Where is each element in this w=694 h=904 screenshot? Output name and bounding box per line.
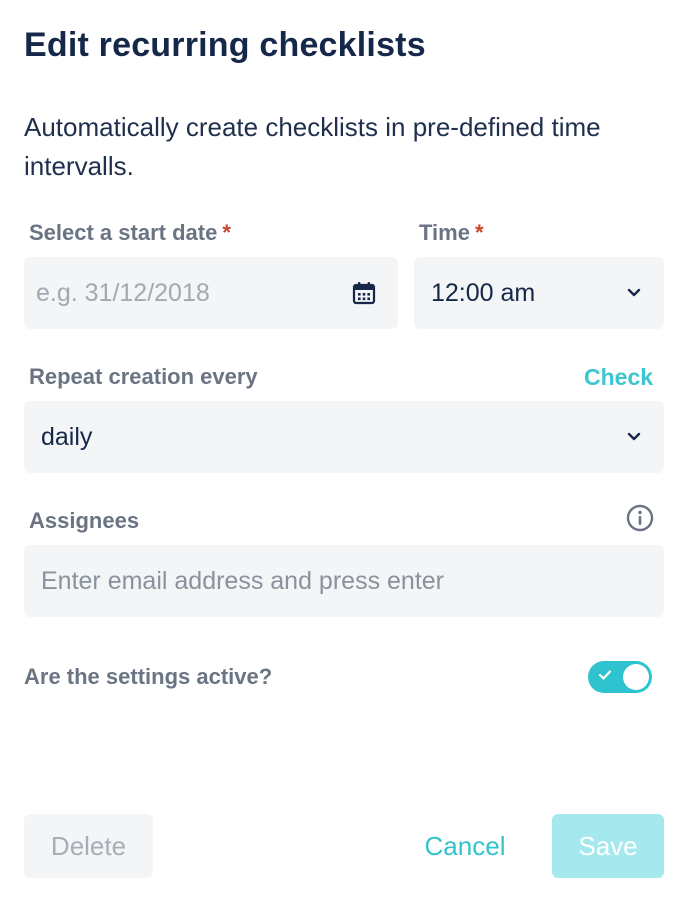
time-value: 12:00 am <box>431 278 536 307</box>
calendar-icon[interactable] <box>352 281 376 305</box>
repeat-label: Repeat creation every <box>29 364 258 389</box>
time-label: Time * <box>419 220 484 246</box>
time-select[interactable]: 12:00 am <box>414 257 664 329</box>
repeat-select[interactable]: daily <box>24 401 664 473</box>
repeat-value: daily <box>41 422 93 451</box>
start-date-placeholder: e.g. 31/12/2018 <box>36 278 210 307</box>
save-button[interactable]: Save <box>552 814 664 878</box>
time-label-text: Time <box>419 220 470 245</box>
cancel-button[interactable]: Cancel <box>410 814 520 878</box>
active-settings-label: Are the settings active? <box>24 664 273 689</box>
assignees-input[interactable]: Enter email address and press enter <box>24 545 664 617</box>
start-date-label-text: Select a start date <box>29 220 218 245</box>
assignees-label: Assignees <box>29 508 140 533</box>
dialog-title: Edit recurring checklists <box>24 26 426 64</box>
start-date-label: Select a start date * <box>29 220 231 246</box>
check-link[interactable]: Check <box>584 364 653 391</box>
toggle-knob <box>623 664 649 690</box>
delete-button[interactable]: Delete <box>24 814 153 878</box>
dialog-description: Automatically create checklists in pre-d… <box>24 112 601 181</box>
check-icon <box>598 669 612 681</box>
active-toggle[interactable] <box>588 661 652 693</box>
required-mark: * <box>222 220 231 245</box>
info-icon[interactable] <box>626 504 654 532</box>
start-date-input[interactable]: e.g. 31/12/2018 <box>24 257 398 329</box>
chevron-down-icon <box>626 287 642 299</box>
required-mark: * <box>474 220 484 245</box>
chevron-down-icon <box>626 431 642 443</box>
assignees-placeholder: Enter email address and press enter <box>41 566 444 595</box>
